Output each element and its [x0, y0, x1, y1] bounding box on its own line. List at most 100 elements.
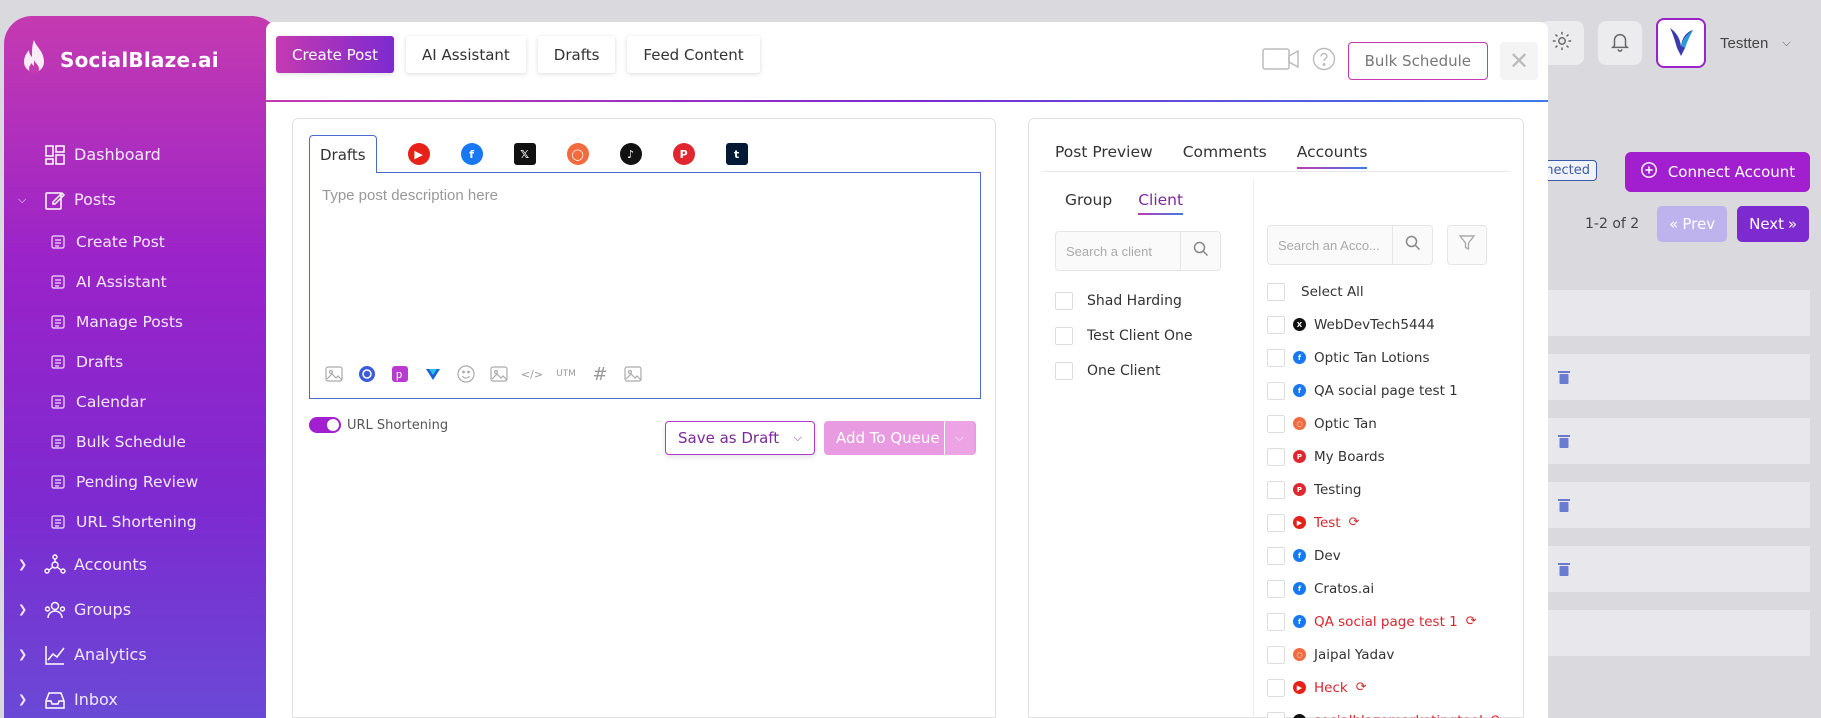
- gif-icon[interactable]: [489, 364, 509, 384]
- chevron-down-icon[interactable]: ⌵: [1782, 36, 1790, 50]
- bulk-schedule-button[interactable]: Bulk Schedule: [1347, 42, 1488, 80]
- brand[interactable]: SocialBlaze.ai: [18, 38, 219, 82]
- sidebar-item-dashboard[interactable]: Dashboard: [4, 132, 280, 177]
- list-item[interactable]: Shad Harding: [1055, 283, 1193, 318]
- sidebar-item-calendar[interactable]: Calendar: [4, 382, 280, 422]
- sidebar-item-review[interactable]: Pending Review: [4, 462, 280, 502]
- trash-icon[interactable]: [1557, 497, 1571, 513]
- sidebar-item-ai[interactable]: AI Assistant: [4, 262, 280, 302]
- client-checkbox[interactable]: [1055, 326, 1073, 345]
- refresh-icon[interactable]: ⟳: [1466, 614, 1477, 629]
- list-item[interactable]: One Client: [1055, 353, 1193, 388]
- list-item[interactable]: ○ Optic Tan: [1267, 407, 1502, 440]
- chevron-down-icon[interactable]: ⌵: [18, 193, 26, 207]
- list-item[interactable]: ▶ Test ⟳: [1267, 506, 1502, 539]
- chevron-right-icon[interactable]: ❯: [18, 603, 27, 616]
- sidebar-item-link[interactable]: URL Shortening: [4, 502, 280, 542]
- notifications-button[interactable]: [1598, 21, 1642, 65]
- account-checkbox[interactable]: [1267, 447, 1285, 466]
- youtube-icon[interactable]: ▶: [407, 143, 430, 165]
- add-to-queue-button[interactable]: Add To Queue ⌵: [824, 421, 976, 455]
- chevron-down-icon[interactable]: ⌵: [794, 431, 802, 445]
- x-icon[interactable]: 𝕏: [513, 143, 536, 165]
- canva-icon[interactable]: [357, 364, 377, 384]
- account-checkbox[interactable]: [1267, 414, 1285, 433]
- tab-ai-assistant[interactable]: AI Assistant: [406, 36, 526, 73]
- trash-icon[interactable]: [1557, 433, 1571, 449]
- vista-icon[interactable]: [423, 364, 443, 384]
- account-checkbox[interactable]: [1267, 546, 1285, 565]
- next-button[interactable]: Next »: [1737, 206, 1810, 242]
- sidebar-item-analytics[interactable]: ❯ Analytics: [4, 632, 280, 677]
- sidebar-item-create-post[interactable]: Create Post: [4, 222, 280, 262]
- sidebar-item-manage[interactable]: Manage Posts: [4, 302, 280, 342]
- account-search-input[interactable]: [1268, 226, 1392, 264]
- sidebar-item-drafts[interactable]: Drafts: [4, 342, 280, 382]
- hashtag-icon[interactable]: #: [590, 364, 610, 385]
- user-name[interactable]: Testten: [1720, 35, 1768, 52]
- refresh-icon[interactable]: ⟳: [1491, 713, 1502, 718]
- facebook-icon[interactable]: f: [460, 143, 483, 165]
- account-checkbox[interactable]: [1267, 513, 1285, 532]
- account-checkbox[interactable]: [1267, 711, 1285, 718]
- list-item[interactable]: f Dev: [1267, 539, 1502, 572]
- filter-button[interactable]: [1447, 225, 1487, 265]
- account-checkbox[interactable]: [1267, 315, 1285, 334]
- save-as-draft-button[interactable]: Save as Draft ⌵: [665, 421, 815, 455]
- tiktok-icon[interactable]: ♪: [619, 143, 642, 165]
- list-item[interactable]: f Optic Tan Lotions: [1267, 341, 1502, 374]
- select-all-checkbox[interactable]: [1267, 282, 1285, 301]
- utm-icon[interactable]: UTM: [555, 364, 577, 384]
- code-icon[interactable]: </>: [521, 364, 543, 384]
- client-search-input[interactable]: [1056, 232, 1180, 270]
- tab-create-post[interactable]: Create Post: [276, 36, 394, 73]
- client-search-button[interactable]: [1180, 232, 1220, 270]
- account-checkbox[interactable]: [1267, 645, 1285, 664]
- sidebar-item-groups[interactable]: ❯ Groups: [4, 587, 280, 632]
- account-checkbox[interactable]: [1267, 381, 1285, 400]
- list-item[interactable]: Test Client One: [1055, 318, 1193, 353]
- sidebar-item-network[interactable]: ❯ Accounts: [4, 542, 280, 587]
- chevron-right-icon[interactable]: ❯: [18, 648, 27, 661]
- picsart-icon[interactable]: p: [390, 364, 410, 384]
- chevron-down-icon[interactable]: ⌵: [944, 421, 974, 455]
- client-checkbox[interactable]: [1055, 361, 1073, 380]
- tumblr-icon[interactable]: t: [725, 143, 748, 165]
- close-modal-button[interactable]: ✕: [1500, 42, 1538, 80]
- pinterest-icon[interactable]: P: [672, 143, 695, 165]
- chevron-right-icon[interactable]: ❯: [18, 693, 27, 706]
- list-item[interactable]: ▶ Heck ⟳: [1267, 671, 1502, 704]
- sidebar-item-inbox[interactable]: ❯ Inbox: [4, 677, 280, 718]
- account-checkbox[interactable]: [1267, 678, 1285, 697]
- list-item[interactable]: ○ Jaipal Yadav: [1267, 638, 1502, 671]
- list-item[interactable]: P My Boards: [1267, 440, 1502, 473]
- refresh-icon[interactable]: ⟳: [1349, 515, 1360, 530]
- account-search-button[interactable]: [1392, 226, 1432, 264]
- sidebar-item-edit[interactable]: ⌵ Posts: [4, 177, 280, 222]
- tab-comments[interactable]: Comments: [1183, 143, 1267, 161]
- trash-icon[interactable]: [1557, 561, 1571, 577]
- help-icon[interactable]: [1312, 47, 1336, 75]
- connect-account-button[interactable]: Connect Account: [1625, 152, 1810, 192]
- list-item[interactable]: ♪ socialblazemarketingtool ⟳: [1267, 704, 1502, 718]
- client-checkbox[interactable]: [1055, 291, 1073, 310]
- account-checkbox[interactable]: [1267, 579, 1285, 598]
- url-shortening-toggle[interactable]: [309, 417, 341, 433]
- tab-drafts[interactable]: Drafts: [537, 36, 616, 73]
- subtab-client[interactable]: Client: [1138, 191, 1183, 215]
- list-item[interactable]: P Testing: [1267, 473, 1502, 506]
- list-item[interactable]: X WebDevTech5444: [1267, 308, 1502, 341]
- account-checkbox[interactable]: [1267, 612, 1285, 631]
- list-item[interactable]: f QA social page test 1 ⟳: [1267, 605, 1502, 638]
- trash-icon[interactable]: [1557, 369, 1571, 385]
- account-checkbox[interactable]: [1267, 348, 1285, 367]
- avatar[interactable]: [1656, 18, 1706, 68]
- select-all-row[interactable]: Select All: [1267, 275, 1502, 308]
- list-item[interactable]: f Cratos.ai: [1267, 572, 1502, 605]
- account-checkbox[interactable]: [1267, 480, 1285, 499]
- tab-post-preview[interactable]: Post Preview: [1055, 143, 1153, 161]
- chevron-right-icon[interactable]: ❯: [18, 558, 27, 571]
- tab-accounts[interactable]: Accounts: [1296, 143, 1367, 169]
- gallery-icon[interactable]: [623, 364, 643, 384]
- video-camera-icon[interactable]: [1261, 46, 1300, 76]
